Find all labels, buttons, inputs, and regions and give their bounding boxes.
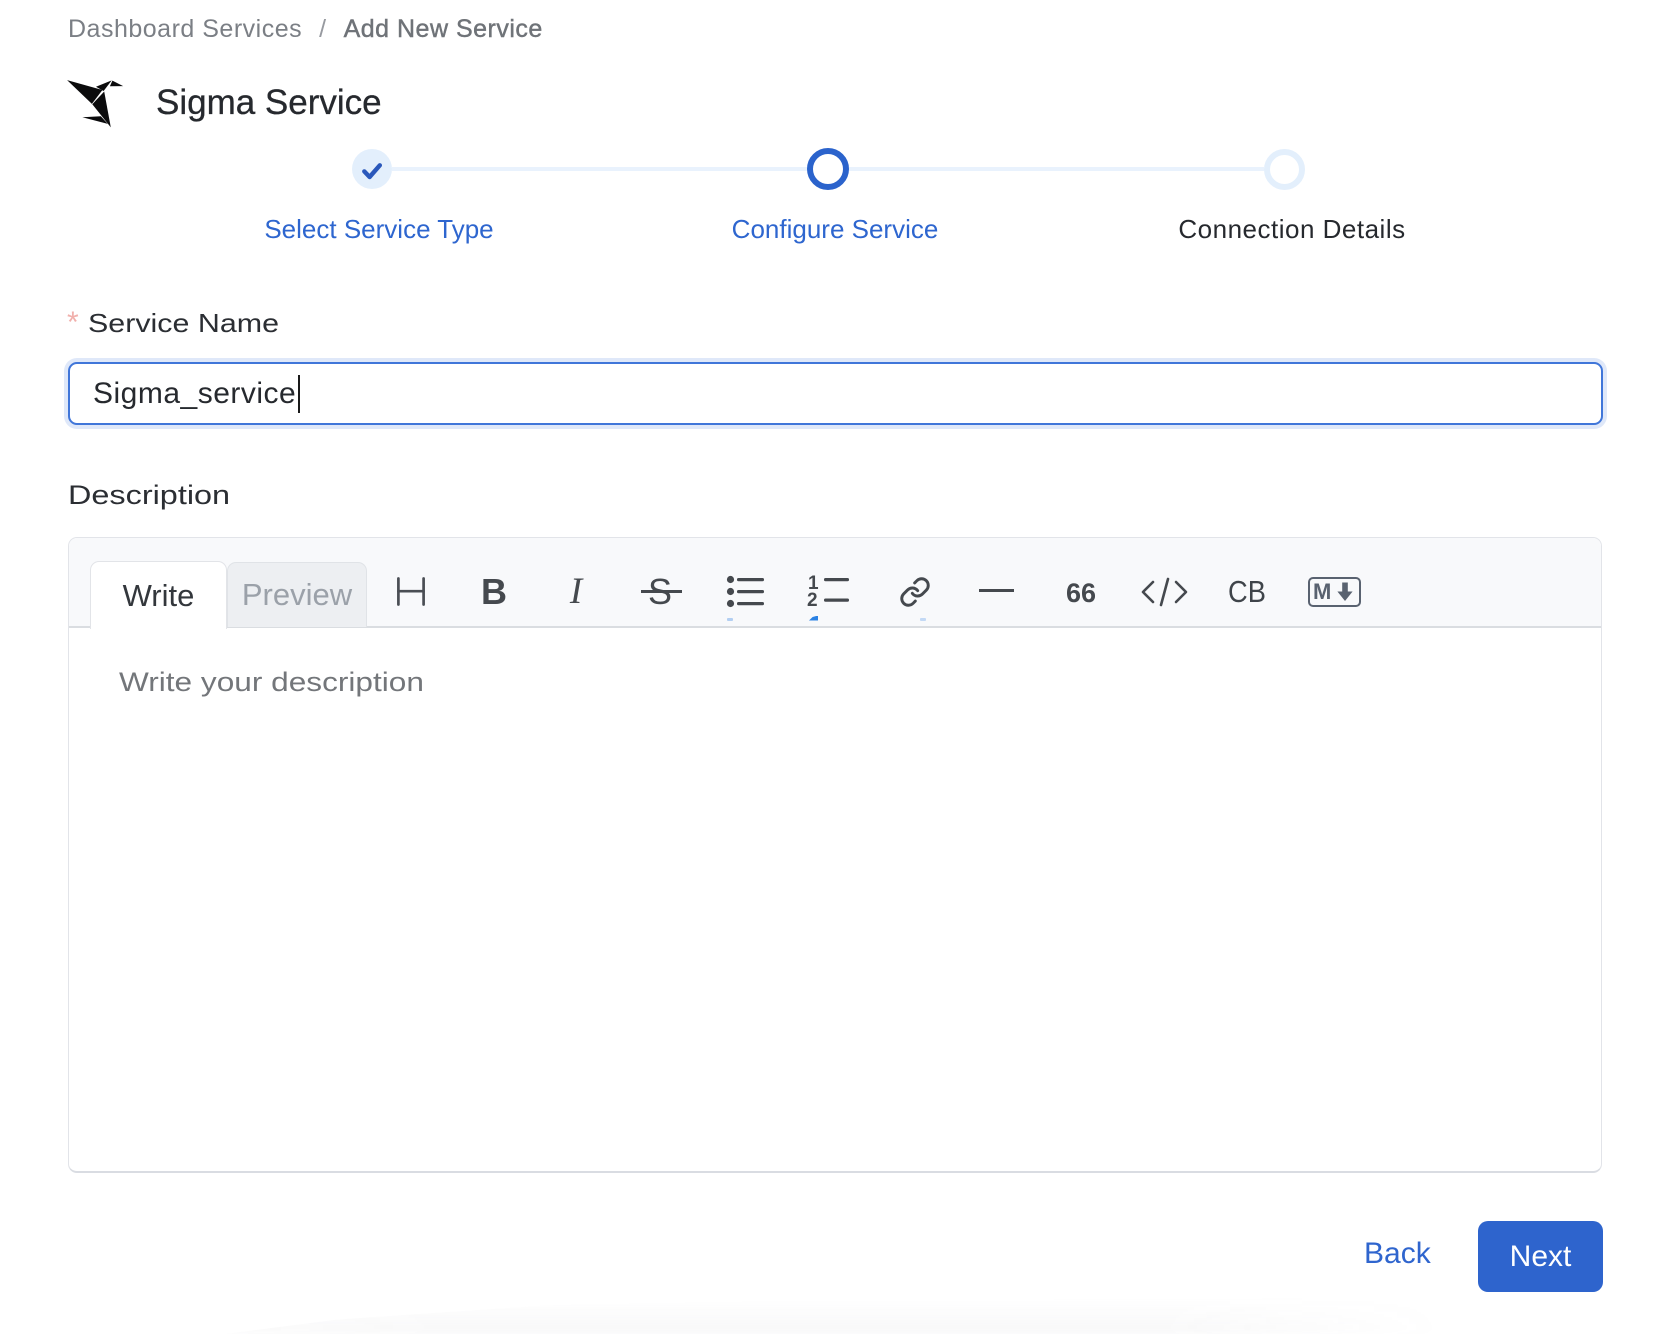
svg-text:2: 2 bbox=[807, 590, 818, 609]
